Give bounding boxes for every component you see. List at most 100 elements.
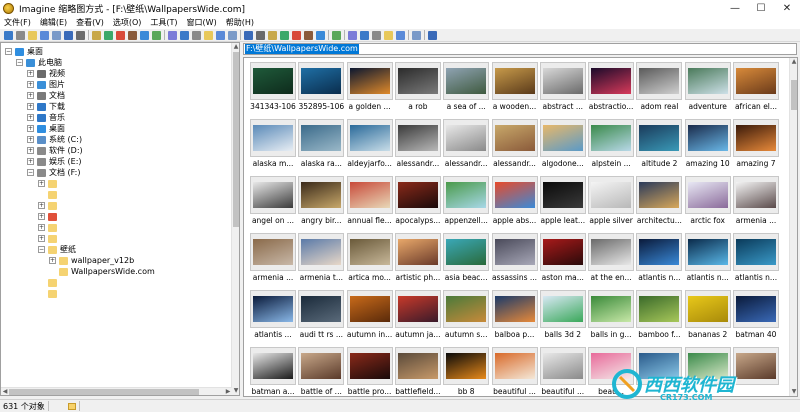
thumbnail-frame[interactable] [684, 176, 731, 214]
thumbnail-item[interactable]: 341343-106 [250, 62, 296, 112]
expand-icon[interactable]: + [27, 125, 34, 132]
tree-item[interactable] [38, 189, 60, 200]
collapse-icon[interactable]: − [38, 246, 45, 253]
fit-icon[interactable] [372, 30, 381, 40]
thumbnail-item[interactable]: angel on ... [250, 176, 296, 226]
thumbnail-item[interactable]: autumn in... [346, 290, 393, 340]
expand-icon[interactable]: + [38, 180, 45, 187]
thumbnail-item[interactable]: a sea of ... [443, 62, 490, 112]
zoom-in-icon[interactable] [348, 30, 357, 40]
thumbnail-item[interactable]: apocalyps... [394, 176, 441, 226]
thumbnail-frame[interactable] [443, 233, 490, 271]
expand-icon[interactable]: + [27, 81, 34, 88]
thumbnail-frame[interactable] [394, 62, 441, 100]
tree-item[interactable]: + [38, 222, 60, 233]
tree-item[interactable]: + [38, 178, 60, 189]
thumbnail-frame[interactable] [346, 62, 393, 100]
thumbnail-item[interactable]: apple abs... [491, 176, 538, 226]
tree-item[interactable]: + 娱乐 (E:) [27, 156, 82, 167]
thumbnail-item[interactable]: armenia ... [250, 233, 296, 283]
thumbnail-frame[interactable] [588, 176, 635, 214]
tree-item[interactable]: + 音乐 [27, 112, 65, 123]
copy-icon[interactable] [52, 30, 61, 40]
thumbnail-frame[interactable] [636, 233, 683, 271]
folder-icon[interactable] [28, 30, 37, 40]
move-icon[interactable] [140, 30, 149, 40]
thumbnail-frame[interactable] [684, 62, 731, 100]
thumbnail-item[interactable]: 352895-106 [298, 62, 345, 112]
tree-item[interactable]: + [38, 233, 60, 244]
copy-to-icon[interactable] [168, 30, 177, 40]
thumbnail-frame[interactable] [636, 62, 683, 100]
expand-icon[interactable]: + [27, 147, 34, 154]
thumbnail-frame[interactable] [733, 233, 779, 271]
save-as-icon[interactable] [64, 30, 73, 40]
menu-item-6[interactable]: 帮助(H) [222, 17, 259, 28]
thumbnail-frame[interactable] [491, 119, 538, 157]
thumbnail-item[interactable]: balls in g... [588, 290, 635, 340]
tree-horizontal-scrollbar[interactable]: ◀ ▶ [1, 387, 232, 395]
thumbnail-frame[interactable] [539, 347, 586, 385]
thumbnail-item[interactable]: atlantis ... [250, 290, 296, 340]
tree-item[interactable]: WallpapersWide.com [49, 266, 155, 277]
menu-item-1[interactable]: 编辑(E) [36, 17, 72, 28]
thumbnail-item[interactable]: a wooden... [491, 62, 538, 112]
thumbnail-frame[interactable] [298, 119, 345, 157]
expand-icon[interactable]: + [27, 158, 34, 165]
tree-hscroll-thumb[interactable] [9, 389, 199, 395]
collapse-icon[interactable]: − [16, 59, 23, 66]
collapse-icon[interactable]: − [27, 169, 34, 176]
tree-item[interactable] [38, 288, 60, 299]
thumbnail-frame[interactable] [346, 119, 393, 157]
thumbnail-frame[interactable] [491, 233, 538, 271]
properties-icon[interactable] [116, 30, 125, 40]
recycle-icon[interactable] [228, 30, 237, 40]
thumbnail-item[interactable]: alaska ra... [298, 119, 345, 169]
thumbnail-item[interactable]: armenia t... [298, 233, 345, 283]
thumbnail-frame[interactable] [394, 119, 441, 157]
tree-scroll-thumb[interactable] [233, 52, 239, 227]
tree-item[interactable]: + 软件 (D:) [27, 145, 83, 156]
tree-item[interactable]: − 桌面 [5, 46, 43, 57]
thumbnail-frame[interactable] [394, 290, 441, 328]
eye-icon[interactable] [16, 30, 25, 40]
tree-item[interactable]: + 图片 [27, 79, 65, 90]
thumbnail-frame[interactable] [346, 233, 393, 271]
thumbnail-frame[interactable] [394, 176, 441, 214]
scroll-down-arrow-icon[interactable]: ▼ [790, 388, 797, 396]
thumbnail-frame[interactable] [298, 290, 345, 328]
thumbnail-frame[interactable] [443, 347, 490, 385]
thumbnail-item[interactable]: audi tt rs ... [298, 290, 345, 340]
tree-item[interactable] [38, 277, 60, 288]
help-icon[interactable] [428, 30, 437, 40]
thumbnail-frame[interactable] [636, 119, 683, 157]
scroll-up-arrow-icon[interactable]: ▲ [790, 58, 797, 66]
list-view-icon[interactable] [256, 30, 265, 40]
path-text[interactable]: F:\壁纸\WallpapersWide.com [245, 44, 359, 54]
thumbnail-item[interactable]: atlantis n... [733, 233, 779, 283]
expand-icon[interactable]: + [27, 114, 34, 121]
refresh-icon[interactable] [152, 30, 161, 40]
thumbnail-frame[interactable] [443, 290, 490, 328]
thumbnail-item[interactable]: autumn ja... [394, 290, 441, 340]
thumbnail-frame[interactable] [733, 176, 779, 214]
thumbnail-frame[interactable] [394, 233, 441, 271]
folder-new-icon[interactable] [216, 30, 225, 40]
thumbnail-item[interactable]: a rob [394, 62, 441, 112]
thumbnail-frame[interactable] [394, 347, 441, 385]
convert-icon[interactable] [104, 30, 113, 40]
menu-item-5[interactable]: 窗口(W) [183, 17, 222, 28]
large-icons-icon[interactable] [280, 30, 289, 40]
thumbnail-frame[interactable] [539, 290, 586, 328]
thumbnail-item[interactable]: abstractio... [588, 62, 635, 112]
thumbnail-frame[interactable] [733, 290, 779, 328]
thumbnail-frame[interactable] [443, 176, 490, 214]
expand-icon[interactable]: + [38, 224, 45, 231]
wrench-icon[interactable] [332, 30, 341, 40]
open-folder-icon[interactable] [4, 30, 13, 40]
paste-icon[interactable] [180, 30, 189, 40]
thumbnail-grid[interactable]: ▲ ▼ 341343-106 352895-106 a golden ... a ro… [243, 57, 798, 397]
screen-icon[interactable] [396, 30, 405, 40]
move-to-icon[interactable] [204, 30, 213, 40]
thumbnail-frame[interactable] [636, 290, 683, 328]
